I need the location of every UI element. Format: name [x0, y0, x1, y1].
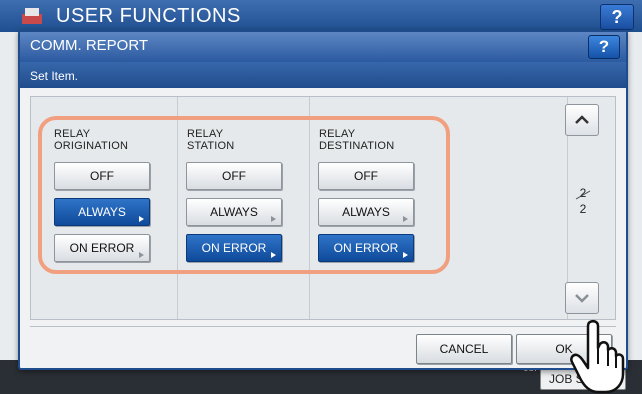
footer-divider [30, 326, 616, 327]
relay-station-off-button[interactable]: OFF [186, 162, 282, 190]
cancel-button[interactable]: CANCEL [416, 334, 512, 364]
user-functions-icon [22, 8, 42, 24]
relay-station-on-error-button[interactable]: ON ERROR [186, 234, 282, 262]
page-separator-icon [575, 190, 591, 200]
relay-origination-off-button[interactable]: OFF [54, 162, 150, 190]
column-divider [177, 97, 178, 319]
chevron-up-icon [575, 115, 589, 124]
dialog-title: COMM. REPORT [30, 37, 149, 54]
chevron-down-icon [575, 294, 589, 303]
submenu-arrow-icon [139, 216, 144, 222]
comm-report-dialog: COMM. REPORT ? Set Item. RELAY ORIGINATI… [18, 30, 628, 370]
app-help-button[interactable]: ? [600, 4, 634, 30]
relay-station-label: RELAY STATION [187, 128, 235, 152]
submenu-arrow-icon [403, 216, 408, 222]
page-total: 2 [579, 202, 587, 216]
relay-origination-label: RELAY ORIGINATION [54, 128, 129, 152]
dialog-subtitle: Set Item. [20, 62, 626, 88]
column-divider [309, 97, 310, 319]
relay-origination-always-button[interactable]: ALWAYS [54, 198, 150, 226]
submenu-arrow-icon [403, 252, 408, 258]
app-title: USER FUNCTIONS [56, 5, 241, 27]
relay-station-always-button[interactable]: ALWAYS [186, 198, 282, 226]
submenu-arrow-icon [139, 252, 144, 258]
submenu-arrow-icon [271, 252, 276, 258]
relay-origination-on-error-button[interactable]: ON ERROR [54, 234, 150, 262]
relay-destination-always-button[interactable]: ALWAYS [318, 198, 414, 226]
scroll-up-button[interactable] [565, 104, 599, 136]
submenu-arrow-icon [271, 216, 276, 222]
relay-destination-off-button[interactable]: OFF [318, 162, 414, 190]
pointing-hand-icon [570, 319, 625, 394]
dialog-titlebar: COMM. REPORT [20, 32, 626, 62]
relay-destination-on-error-button[interactable]: ON ERROR [318, 234, 414, 262]
dialog-help-button[interactable]: ? [588, 35, 620, 59]
scroll-down-button[interactable] [565, 282, 599, 314]
relay-destination-label: RELAY DESTINATION [319, 128, 395, 152]
